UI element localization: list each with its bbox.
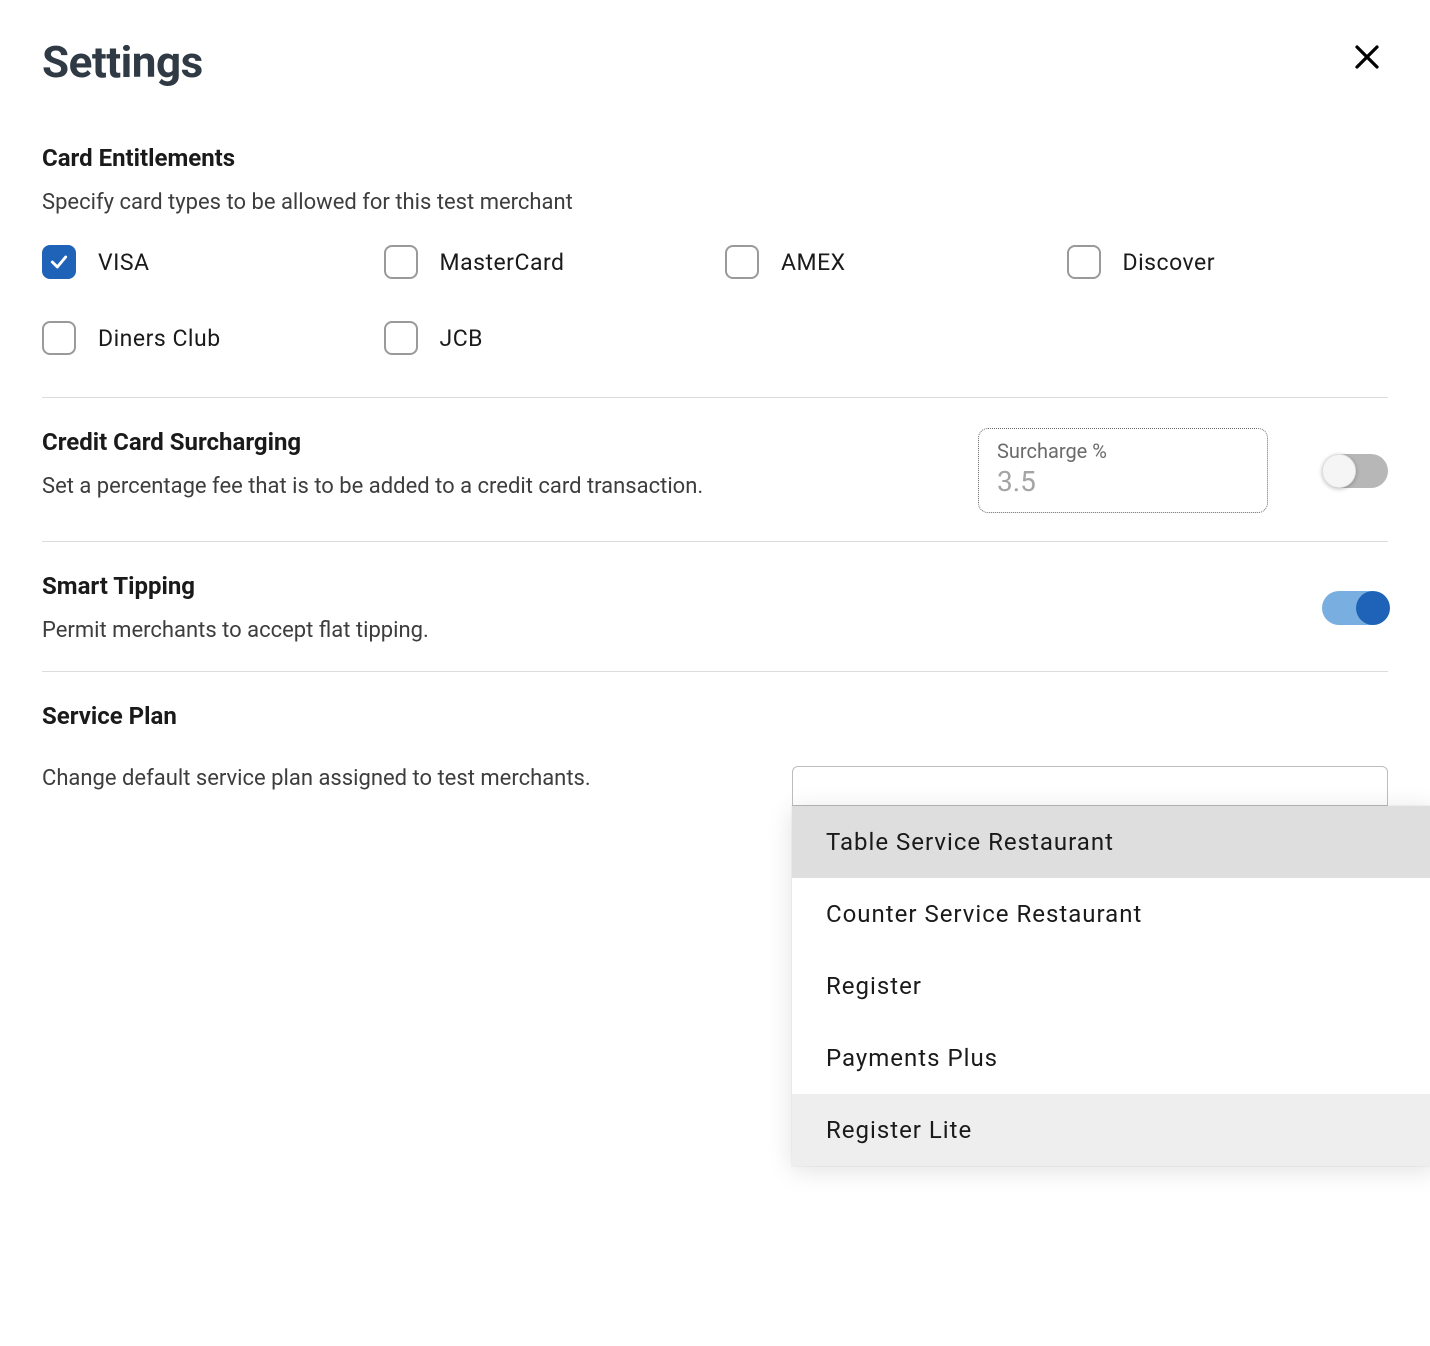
card-option-visa: VISA	[42, 245, 364, 279]
smart-tipping-description: Permit merchants to accept flat tipping.	[42, 618, 429, 643]
card-option-jcb: JCB	[384, 321, 706, 355]
smart-tipping-toggle[interactable]	[1322, 591, 1388, 625]
close-icon	[1352, 42, 1382, 72]
card-entitlements-section: Card Entitlements Specify card types to …	[42, 144, 1388, 398]
checkbox-amex[interactable]	[725, 245, 759, 279]
smart-tipping-section: Smart Tipping Permit merchants to accept…	[42, 572, 1388, 643]
checkbox-label: JCB	[440, 325, 484, 352]
divider	[42, 397, 1388, 398]
toggle-knob	[1322, 454, 1356, 488]
service-plan-option[interactable]: Counter Service Restaurant	[792, 878, 1430, 950]
card-option-mastercard: MasterCard	[384, 245, 706, 279]
divider	[42, 541, 1388, 542]
service-plan-option[interactable]: Payments Plus	[792, 1022, 1430, 1094]
checkbox-label: VISA	[98, 249, 150, 276]
checkbox-visa[interactable]	[42, 245, 76, 279]
surcharging-description: Set a percentage fee that is to be added…	[42, 474, 938, 499]
close-button[interactable]	[1346, 36, 1388, 78]
checkbox-jcb[interactable]	[384, 321, 418, 355]
surcharge-field-label: Surcharge %	[997, 439, 1249, 463]
card-option-diners-club: Diners Club	[42, 321, 364, 355]
surcharge-input[interactable]: Surcharge % 3.5	[978, 428, 1268, 513]
card-entitlements-heading: Card Entitlements	[42, 144, 1388, 172]
checkbox-discover[interactable]	[1067, 245, 1101, 279]
checkbox-label: AMEX	[781, 249, 846, 276]
check-icon	[49, 252, 69, 272]
service-plan-select[interactable]	[792, 766, 1388, 806]
checkbox-diners-club[interactable]	[42, 321, 76, 355]
service-plan-heading: Service Plan	[42, 702, 1388, 730]
card-option-amex: AMEX	[725, 245, 1047, 279]
service-plan-section: Service Plan Change default service plan…	[42, 702, 1388, 806]
card-option-discover: Discover	[1067, 245, 1389, 279]
card-entitlements-description: Specify card types to be allowed for thi…	[42, 190, 1388, 215]
checkbox-label: Diners Club	[98, 325, 221, 352]
surcharge-placeholder: 3.5	[997, 465, 1249, 498]
toggle-knob	[1356, 591, 1390, 625]
surcharging-heading: Credit Card Surcharging	[42, 428, 938, 456]
page-title: Settings	[42, 36, 203, 88]
checkbox-label: Discover	[1123, 249, 1216, 276]
service-plan-dropdown: Table Service RestaurantCounter Service …	[792, 806, 1430, 1166]
service-plan-description: Change default service plan assigned to …	[42, 766, 591, 791]
divider	[42, 671, 1388, 672]
service-plan-option[interactable]: Register	[792, 950, 1430, 1022]
checkbox-mastercard[interactable]	[384, 245, 418, 279]
surcharging-section: Credit Card Surcharging Set a percentage…	[42, 428, 1388, 513]
service-plan-option[interactable]: Table Service Restaurant	[792, 806, 1430, 878]
smart-tipping-heading: Smart Tipping	[42, 572, 429, 600]
checkbox-label: MasterCard	[440, 249, 565, 276]
surcharging-toggle[interactable]	[1322, 454, 1388, 488]
service-plan-option[interactable]: Register Lite	[792, 1094, 1430, 1166]
